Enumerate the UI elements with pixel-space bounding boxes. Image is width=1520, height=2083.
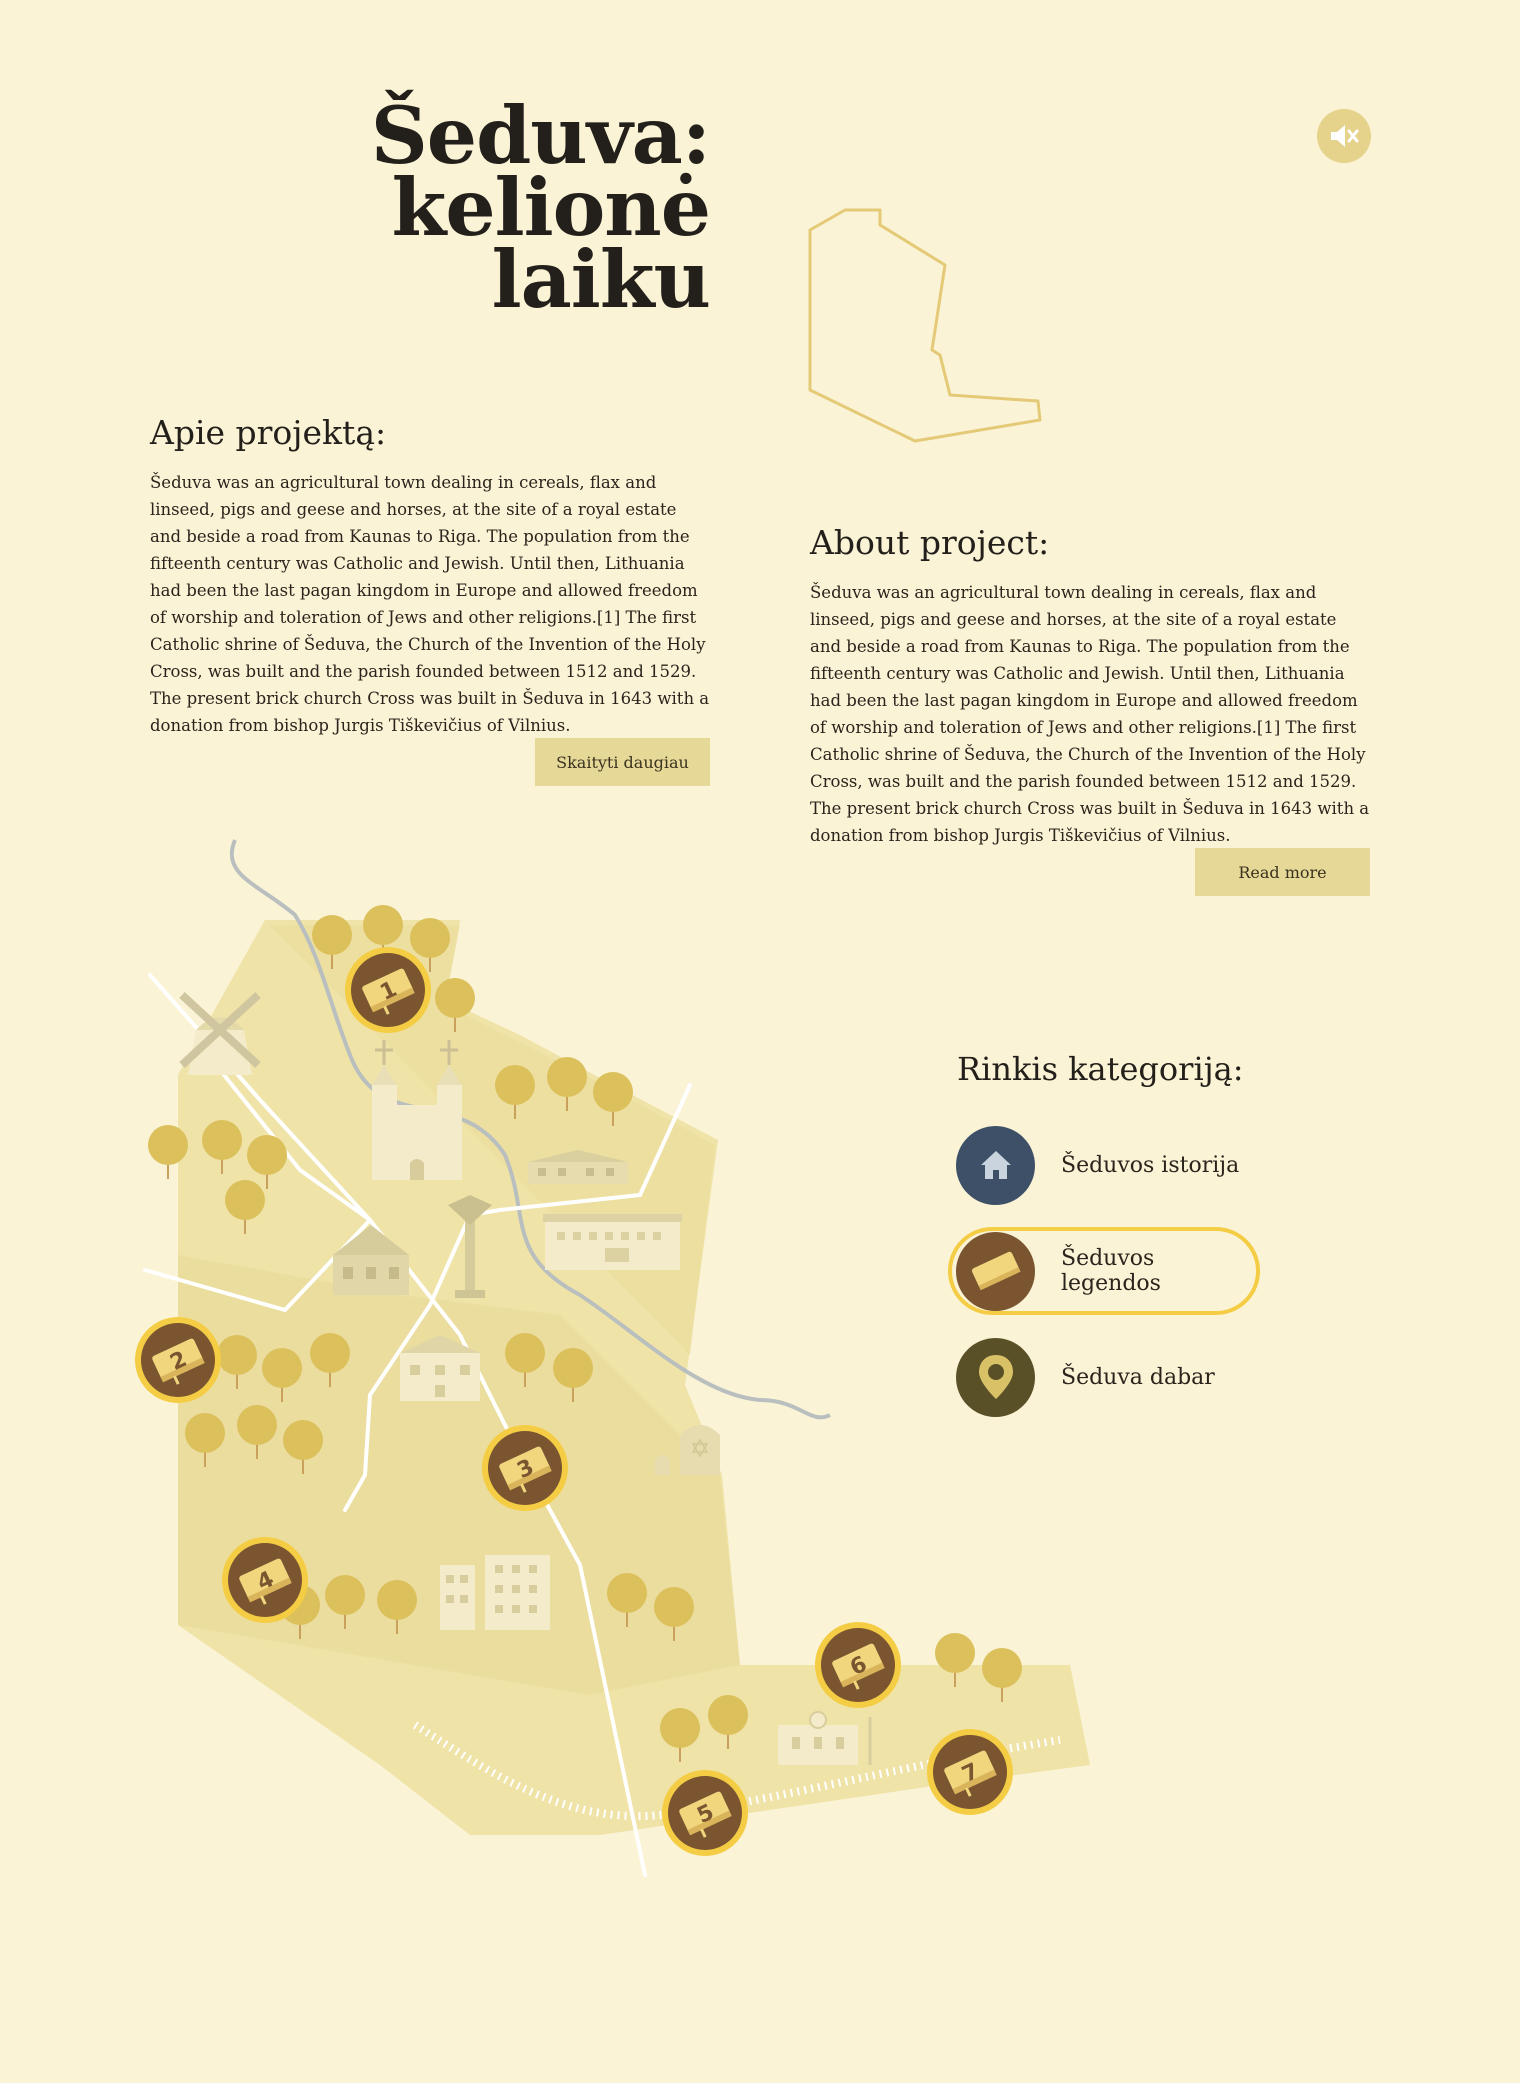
category-now[interactable]: Šeduva dabar (948, 1333, 1260, 1421)
about-lt-text: Šeduva was an agricultural town dealing … (150, 473, 710, 735)
read-more-lt-button[interactable]: Skaityti daugiau (535, 738, 710, 786)
category-legends[interactable]: Šeduvos legendos (948, 1227, 1260, 1315)
town-outline-graphic (808, 208, 1042, 443)
town-map: 1 2 3 4 5 6 7 (133, 839, 1090, 1877)
map-pin-4[interactable]: 4 (220, 1535, 310, 1625)
category-heading: Rinkis kategoriją: (957, 1050, 1244, 1088)
page-title: Šeduva: kelionė laiku (300, 96, 711, 326)
about-en-heading: About project: (810, 523, 1050, 562)
category-now-label: Šeduva dabar (1061, 1364, 1215, 1390)
category-legends-label: Šeduvos legendos (1061, 1246, 1161, 1296)
map-pin-7[interactable]: 7 (925, 1727, 1015, 1817)
title-line-3: laiku (491, 233, 711, 326)
location-pin-icon (956, 1337, 1035, 1417)
speaker-mute-icon (1331, 125, 1359, 147)
apartment-block-graphic (440, 1555, 550, 1630)
map-pin-1[interactable]: 1 (343, 945, 433, 1035)
map-pin-2[interactable]: 2 (133, 1315, 223, 1405)
map-pin-5[interactable]: 5 (660, 1768, 750, 1858)
school-graphic (543, 1214, 682, 1270)
mute-button[interactable] (1317, 109, 1371, 163)
house-icon (956, 1125, 1035, 1205)
about-en-text: Šeduva was an agricultural town dealing … (810, 583, 1370, 845)
map-pin-3[interactable]: 3 (480, 1423, 570, 1513)
book-icon (956, 1231, 1035, 1311)
category-history-label: Šeduvos istorija (1061, 1152, 1240, 1178)
about-lt-heading: Apie projektą: (150, 413, 387, 452)
map-pin-6[interactable]: 6 (813, 1620, 903, 1710)
category-history[interactable]: Šeduvos istorija (948, 1121, 1260, 1209)
read-more-en-button[interactable]: Read more (1195, 848, 1370, 896)
